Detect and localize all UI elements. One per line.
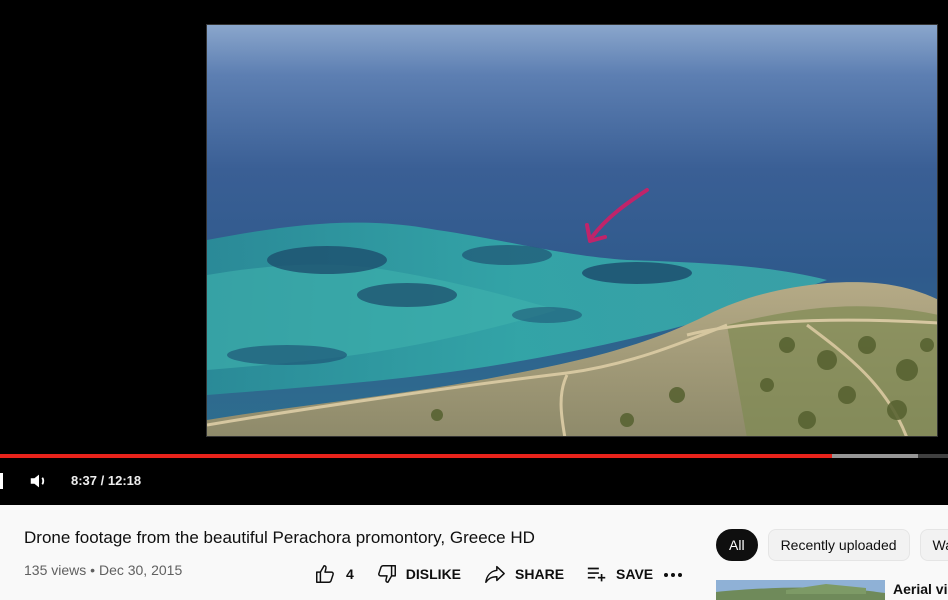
- share-arrow-icon: [485, 565, 505, 583]
- time-display: 8:37 / 12:18: [71, 473, 141, 488]
- next-button-edge[interactable]: [0, 473, 3, 489]
- dislike-label: DISLIKE: [405, 566, 462, 582]
- dislike-button[interactable]: DISLIKE: [376, 563, 461, 585]
- meta-separator: •: [86, 562, 99, 578]
- chip-partial[interactable]: Wa: [919, 529, 948, 561]
- related-video-title[interactable]: Aerial vie: [893, 581, 948, 597]
- progress-bar[interactable]: [0, 454, 948, 458]
- share-label: SHARE: [515, 566, 565, 582]
- save-button[interactable]: SAVE: [586, 563, 653, 585]
- progress-played: [0, 454, 833, 458]
- time-total: 12:18: [107, 473, 142, 488]
- like-button[interactable]: 4: [314, 563, 354, 585]
- view-count: 135 views: [24, 562, 87, 578]
- video-meta: 135 views • Dec 30, 2015: [24, 562, 182, 578]
- watch-metadata: Drone footage from the beautiful Peracho…: [0, 505, 948, 600]
- aerial-coastline-image: [207, 25, 937, 436]
- save-label: SAVE: [616, 566, 654, 582]
- like-count: 4: [346, 566, 354, 582]
- playlist-add-icon: [587, 567, 606, 582]
- action-bar: 4 DISLIKE SHARE SAVE: [314, 563, 675, 585]
- video-player[interactable]: 8:37 / 12:18: [0, 0, 948, 505]
- upload-date: Dec 30, 2015: [98, 562, 183, 578]
- filter-chips: All Recently uploaded Wa: [716, 529, 948, 561]
- thumbs-down-icon: [377, 565, 396, 583]
- more-horizontal-icon[interactable]: [662, 565, 684, 585]
- video-title: Drone footage from the beautiful Peracho…: [24, 528, 535, 547]
- time-separator: /: [97, 473, 108, 488]
- chip-recently-uploaded[interactable]: Recently uploaded: [767, 529, 910, 561]
- volume-icon[interactable]: [28, 470, 50, 492]
- chip-all[interactable]: All: [716, 529, 758, 561]
- related-thumbnail-image: [716, 580, 885, 600]
- player-controls: 8:37 / 12:18: [0, 466, 948, 496]
- video-frame[interactable]: [206, 24, 938, 437]
- share-button[interactable]: SHARE: [483, 563, 564, 585]
- related-video-thumbnail[interactable]: [716, 580, 885, 600]
- thumbs-up-icon: [316, 565, 334, 583]
- time-current: 8:37: [71, 473, 98, 488]
